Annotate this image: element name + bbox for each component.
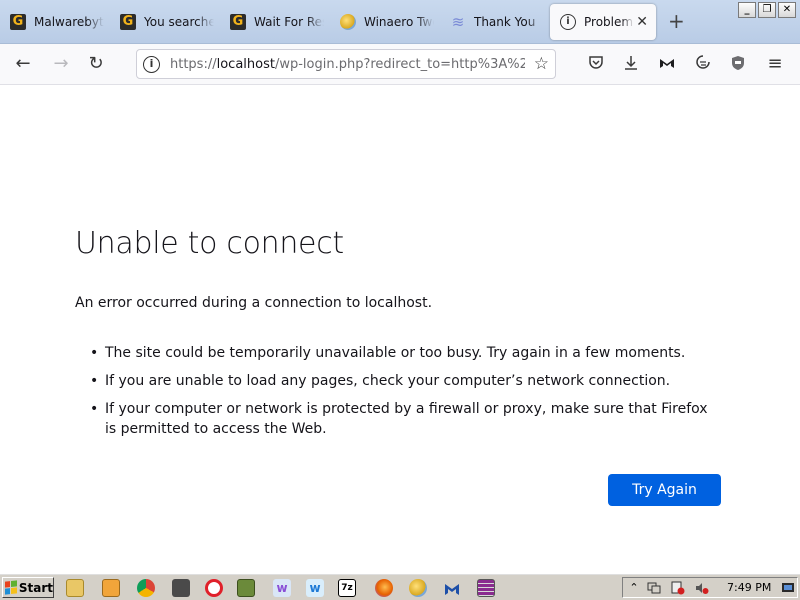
minimize-button[interactable]: _ — [738, 2, 756, 18]
malwarebytes-extension-icon[interactable] — [656, 54, 678, 75]
windows-logo-icon — [5, 580, 17, 595]
g-icon: G — [120, 14, 136, 30]
back-icon[interactable]: ← — [12, 54, 34, 74]
winaero-tweaker-icon[interactable] — [409, 579, 427, 597]
downloads-icon[interactable] — [620, 54, 642, 77]
tab-thank-you[interactable]: ≋ Thank You — [440, 4, 548, 40]
chrome-icon[interactable] — [137, 579, 155, 597]
show-hidden-icons-icon[interactable]: ⌃ — [627, 581, 641, 595]
taskbar: Start w w 7z ⌃ 7:49 PM — [0, 573, 800, 600]
package-icon[interactable] — [172, 579, 190, 597]
minecraft-icon[interactable] — [237, 579, 255, 597]
list-item: If your computer or network is protected… — [90, 399, 710, 439]
tab-label: Winaero Tweaker — [364, 15, 434, 29]
tab-label: Malwarebytes — [34, 15, 104, 29]
action-center-icon[interactable] — [781, 581, 795, 595]
start-button[interactable]: Start — [2, 577, 54, 598]
error-suggestions: The site could be temporarily unavailabl… — [90, 343, 710, 447]
volume-muted-icon[interactable] — [695, 581, 709, 595]
new-tab-button[interactable]: + — [668, 11, 685, 31]
globe-icon — [340, 14, 356, 30]
try-again-button[interactable]: Try Again — [608, 474, 721, 506]
close-window-button[interactable]: ✕ — [778, 2, 796, 18]
folder-icon[interactable] — [66, 579, 84, 597]
tab-label: Wait For Res — [254, 15, 324, 29]
winrar-icon[interactable] — [477, 579, 495, 597]
pocket-icon[interactable] — [585, 54, 607, 75]
tab-malwarebytes[interactable]: G Malwarebytes — [0, 4, 108, 40]
g-icon: G — [10, 14, 26, 30]
info-icon: i — [560, 14, 576, 30]
bookmark-star-icon[interactable]: ☆ — [534, 54, 549, 74]
close-tab-icon[interactable]: ✕ — [636, 14, 648, 30]
winaero-icon[interactable]: w — [273, 579, 291, 597]
shield-extension-icon[interactable] — [727, 54, 749, 77]
navigation-toolbar: ← → ↻ i https://localhost/wp-login.php?r… — [0, 44, 800, 85]
forward-icon[interactable]: → — [50, 54, 72, 74]
menu-icon[interactable]: ≡ — [764, 54, 786, 74]
tab-problem-loading[interactable]: i Problem loading page ✕ — [550, 4, 656, 40]
7zip-icon[interactable]: 7z — [338, 579, 356, 597]
window-controls: _ ❐ ✕ — [738, 2, 796, 18]
tab-strip: G Malwarebytes G You searched G Wait For… — [0, 0, 800, 44]
wave-icon: ≋ — [451, 13, 465, 31]
word-icon[interactable]: w — [306, 579, 324, 597]
start-label: Start — [18, 580, 53, 595]
reload-icon[interactable]: ↻ — [85, 54, 107, 74]
tab-you-searched[interactable]: G You searched — [110, 4, 218, 40]
restore-button[interactable]: ❐ — [758, 2, 776, 18]
page-title: Unable to connect — [75, 226, 344, 261]
tab-winaero[interactable]: Winaero Tweaker — [330, 4, 438, 40]
g-icon: G — [230, 14, 246, 30]
tab-label: Thank You — [474, 15, 536, 29]
tab-label: You searched — [144, 15, 214, 29]
tab-label: Problem loading page — [584, 15, 634, 29]
opera-icon[interactable] — [205, 579, 223, 597]
firefox-icon[interactable] — [375, 579, 393, 597]
media-player-icon[interactable] — [102, 579, 120, 597]
site-info-icon[interactable]: i — [143, 56, 160, 73]
security-alert-icon[interactable] — [671, 581, 685, 595]
tab-wait-for-res[interactable]: G Wait For Res — [220, 4, 328, 40]
ublock-extension-icon[interactable] — [692, 54, 714, 75]
address-bar[interactable]: i https://localhost/wp-login.php?redirec… — [136, 49, 556, 79]
malwarebytes-icon[interactable] — [443, 579, 461, 597]
list-item: If you are unable to load any pages, che… — [90, 371, 710, 391]
clock[interactable]: 7:49 PM — [727, 581, 771, 594]
network-icon[interactable] — [647, 581, 661, 595]
error-description: An error occurred during a connection to… — [75, 295, 433, 311]
url-text[interactable]: https://localhost/wp-login.php?redirect_… — [170, 57, 525, 72]
system-tray: ⌃ 7:49 PM — [622, 577, 798, 598]
list-item: The site could be temporarily unavailabl… — [90, 343, 710, 363]
